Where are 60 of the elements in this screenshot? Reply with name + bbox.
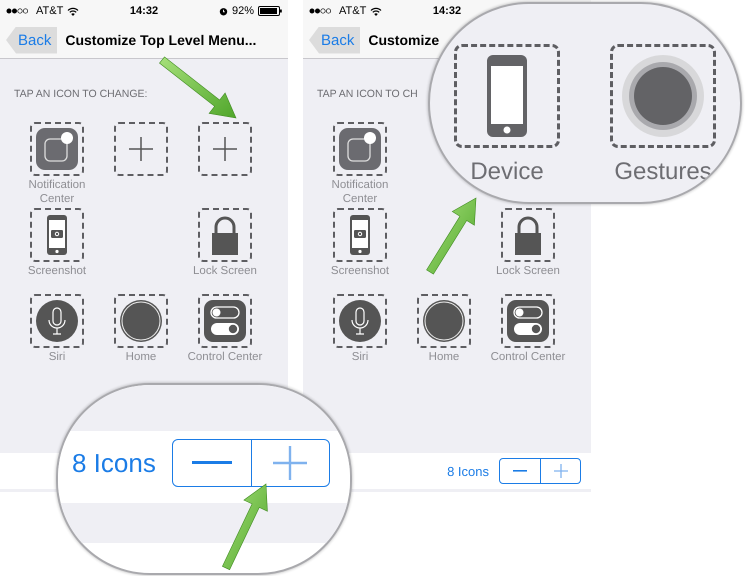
home-button-icon <box>119 299 163 343</box>
carrier-name: AT&T <box>36 5 64 17</box>
icon-slot[interactable] <box>30 208 84 262</box>
back-button[interactable]: Back <box>6 26 58 54</box>
icon-slot[interactable] <box>114 122 168 176</box>
icon-slot[interactable] <box>501 294 555 348</box>
wifi-icon <box>370 6 382 16</box>
microphone-icon <box>338 299 382 343</box>
icon-slot[interactable] <box>114 294 168 348</box>
icon-slot[interactable] <box>333 294 387 348</box>
icon-slot[interactable] <box>30 122 84 176</box>
icon-slot[interactable] <box>333 208 387 262</box>
toggle-icon <box>506 299 550 343</box>
home-button-icon <box>422 299 466 343</box>
carrier-name: AT&T <box>339 5 366 17</box>
icon-label: Home <box>428 350 460 364</box>
badge-square-icon <box>35 127 79 171</box>
icon-slot[interactable] <box>198 294 252 348</box>
screen-title: Customize Top Level Menu... <box>65 32 256 48</box>
minus-icon <box>513 470 527 472</box>
icon-slot[interactable] <box>501 208 555 262</box>
icon-label: Notification Center <box>330 178 390 206</box>
wifi-icon <box>67 6 80 16</box>
screen-title: Customize <box>368 32 440 48</box>
battery-icon <box>258 6 282 16</box>
back-button[interactable]: Back <box>309 26 360 54</box>
icon-slot[interactable] <box>417 294 471 348</box>
status-time: 14:32 <box>128 5 160 17</box>
icon-label: Lock Screen <box>192 264 258 278</box>
icon-label: Control Center <box>490 350 566 364</box>
section-label: TAP AN ICON TO CH <box>317 88 418 100</box>
icon-count: 8 Icons <box>72 448 156 478</box>
section-label: TAP AN ICON TO CHANGE: <box>14 88 148 100</box>
icon-label: Screenshot <box>330 264 390 278</box>
alarm-icon <box>218 6 228 16</box>
icon-label: Device <box>470 158 544 186</box>
icon-label: Gestures <box>614 158 712 186</box>
icon-label: Siri <box>48 350 66 364</box>
toggle-icon <box>203 299 247 343</box>
icon-slot[interactable] <box>610 44 716 148</box>
badge-square-icon <box>338 127 382 171</box>
ring-circle-icon <box>621 54 705 138</box>
microphone-icon <box>35 299 79 343</box>
battery-percent: 92% <box>232 5 254 17</box>
icon-label: Lock Screen <box>495 264 561 278</box>
icon-slot[interactable] <box>333 122 387 176</box>
icon-label: Siri <box>350 350 370 364</box>
minus-icon <box>192 461 232 465</box>
icon-count: 8 Icons <box>447 464 489 478</box>
icon-slot[interactable] <box>454 44 560 148</box>
status-time: 14:32 <box>432 5 462 17</box>
icon-label: Home <box>124 350 158 364</box>
icon-slot[interactable] <box>198 122 252 176</box>
icon-slot[interactable] <box>198 208 252 262</box>
icon-label: Notification Center <box>28 178 86 206</box>
icon-slot[interactable] <box>30 294 84 348</box>
plus-icon <box>273 446 308 480</box>
icon-label: Control Center <box>186 350 264 364</box>
icon-label: Screenshot <box>26 264 88 278</box>
plus-icon <box>554 464 568 478</box>
